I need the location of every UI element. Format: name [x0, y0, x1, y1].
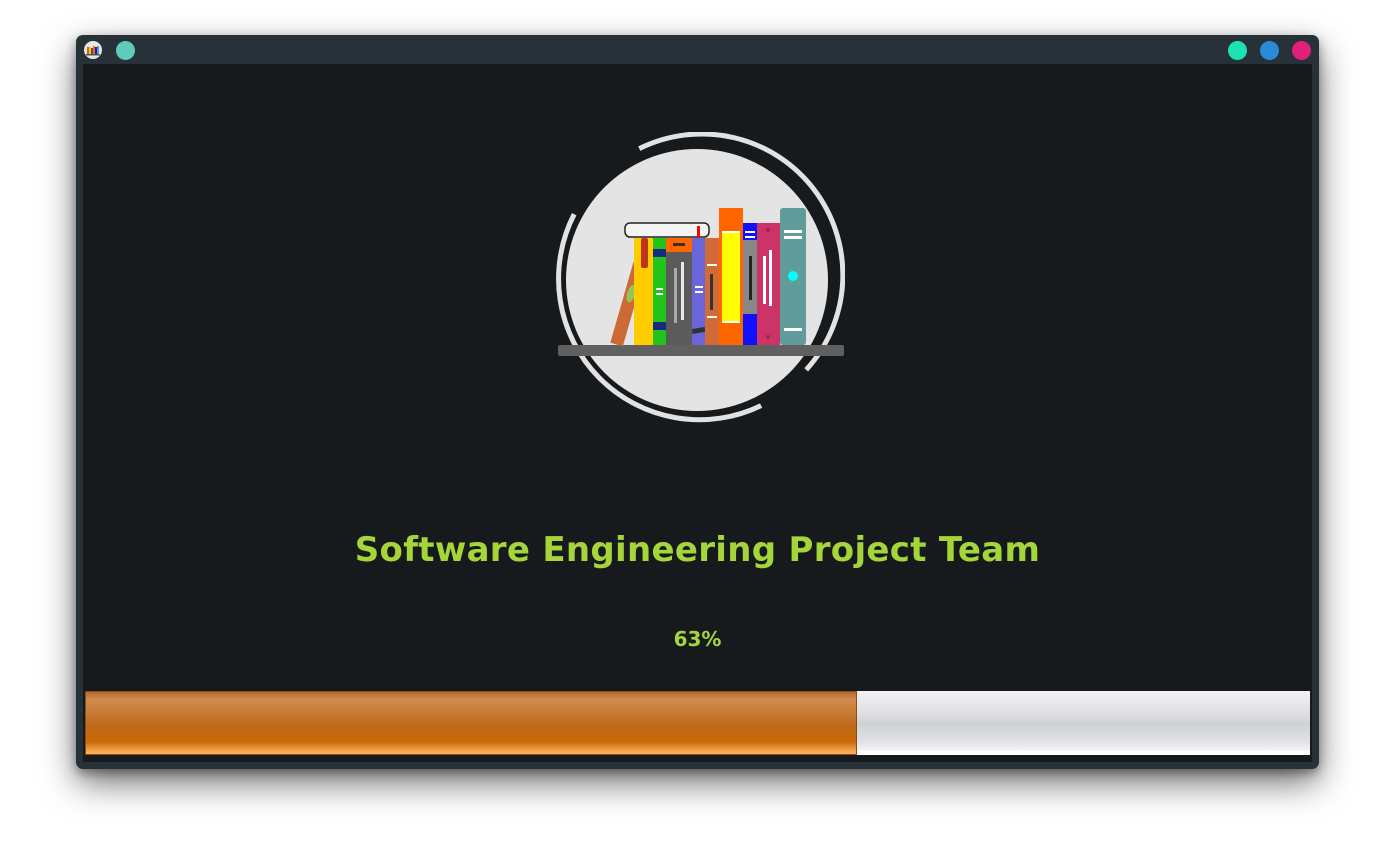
progress-bar-fill [85, 691, 857, 755]
bookshelf-logo-icon [549, 131, 846, 432]
progress-bar [85, 691, 1310, 755]
minimize-button[interactable] [1228, 41, 1247, 60]
splash-title: Software Engineering Project Team [354, 530, 1041, 570]
splash-window: Software Engineering Project Team 63% [76, 35, 1319, 769]
maximize-button[interactable] [1260, 41, 1279, 60]
progress-percent-label: 63% [673, 627, 722, 651]
bookshelf-app-icon [84, 41, 102, 59]
title-bar[interactable] [76, 35, 1319, 64]
window-menu-button[interactable] [116, 41, 135, 60]
splash-content: Software Engineering Project Team 63% [83, 64, 1312, 762]
close-button[interactable] [1292, 41, 1311, 60]
